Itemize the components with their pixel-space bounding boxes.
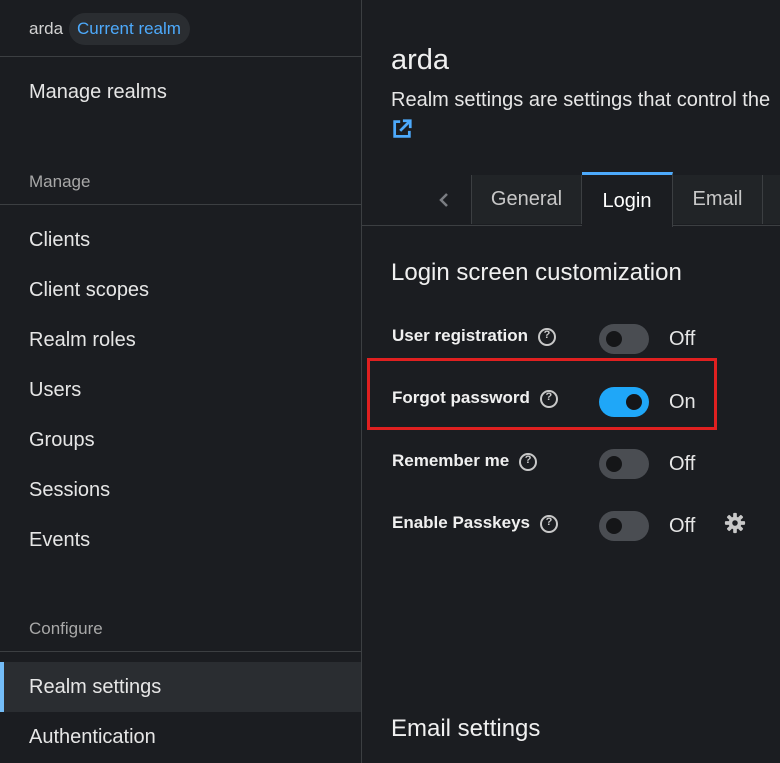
setting-label-remember-me: Remember me [392,451,538,471]
sidebar: arda Current realm Manage realms Manage … [0,0,362,763]
setting-label-enable-passkeys: Enable Passkeys [392,513,558,533]
gear-icon[interactable] [724,512,746,534]
sidebar-item-users[interactable]: Users [0,365,361,415]
remember-me-switch[interactable] [599,449,649,479]
setting-label-text: User registration [392,326,529,345]
user-registration-state: Off [669,328,696,350]
realm-name: arda [29,19,64,38]
sidebar-item-realm-roles[interactable]: Realm roles [0,315,361,365]
divider [0,651,361,652]
sidebar-item-realm-settings[interactable]: Realm settings [0,662,361,712]
user-registration-switch[interactable] [599,324,649,354]
tab-bar: General Login Email [362,172,780,227]
tab-next[interactable] [763,175,780,224]
switch-knob [606,456,622,472]
tab-scroll-left-button[interactable] [416,175,472,224]
switch-knob [606,518,622,534]
setting-label-forgot-password: Forgot password [392,388,558,408]
email-section-title: Email settings [391,715,541,742]
main-content: arda Realm settings are settings that co… [362,0,780,763]
setting-label-text: Enable Passkeys [392,513,530,532]
sidebar-item-sessions[interactable]: Sessions [0,465,361,515]
sidebar-item-clients[interactable]: Clients [0,215,361,265]
login-section-title: Login screen customization [391,259,682,286]
sidebar-item-groups[interactable]: Groups [0,415,361,465]
setting-label-text: Remember me [392,451,510,470]
switch-knob [606,331,622,347]
forgot-password-state: On [669,391,696,413]
enable-passkeys-switch[interactable] [599,511,649,541]
switch-knob [626,394,642,410]
help-icon[interactable] [539,515,558,533]
chevron-left-icon [438,192,448,207]
realm-selector[interactable]: arda Current realm [29,12,190,46]
enable-passkeys-state: Off [669,515,696,537]
external-link-icon[interactable] [391,118,413,140]
tab-general[interactable]: General [472,175,582,224]
divider [0,204,361,205]
setting-label-user-registration: User registration [392,326,557,346]
sidebar-item-authentication[interactable]: Authentication [0,712,361,762]
current-realm-badge: Current realm [69,13,190,45]
sidebar-item-client-scopes[interactable]: Client scopes [0,265,361,315]
tab-email[interactable]: Email [673,175,763,224]
sidebar-item-events[interactable]: Events [0,515,361,565]
setting-label-text: Forgot password [392,388,530,407]
divider [0,56,361,57]
remember-me-state: Off [669,453,696,475]
help-icon[interactable] [519,453,538,471]
page-title: arda [391,44,450,76]
configure-section-heading: Configure [29,619,103,638]
page-description: Realm settings are settings that control… [391,89,771,111]
help-icon[interactable] [539,390,558,408]
sidebar-item-manage-realms[interactable]: Manage realms [0,67,361,117]
forgot-password-switch[interactable] [599,387,649,417]
manage-section-heading: Manage [29,172,91,191]
tab-login[interactable]: Login [582,172,673,227]
help-icon[interactable] [538,328,557,346]
